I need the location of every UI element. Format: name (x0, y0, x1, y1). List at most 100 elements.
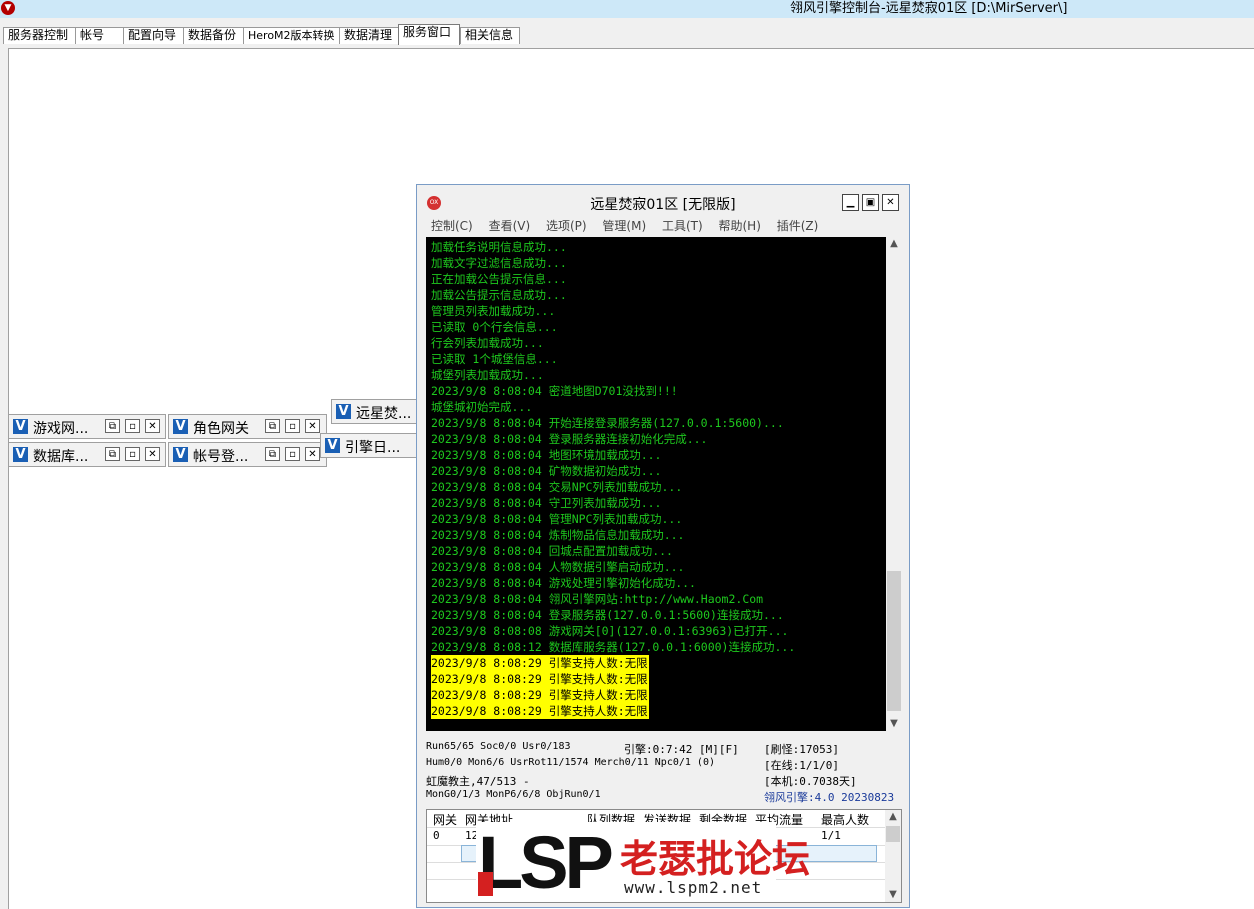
mini-window-game-gate[interactable]: V 游戏网... ⧉ ▫ ✕ (8, 414, 166, 439)
mini-window-engine-log[interactable]: V 引擎日... (320, 433, 417, 458)
mini-window-title: 数据库... (33, 449, 89, 465)
maximize-icon[interactable]: ▫ (125, 419, 140, 433)
restore-icon[interactable]: ⧉ (105, 419, 120, 433)
log-console[interactable]: 加载任务说明信息成功... 加载文字过滤信息成功... 正在加载公告提示信息... 加… (426, 237, 902, 731)
menu-tools[interactable]: 工具(T) (662, 219, 703, 233)
log-line: 正在加载公告提示信息... (431, 272, 567, 286)
mini-window-title: 远星焚... (356, 406, 412, 422)
tab-bar: 服务器控制 帐号 配置向导 数据备份 HeroM2版本转换 数据清理 服务窗口 … (0, 24, 1254, 45)
log-line: 2023/9/8 8:08:29 引擎支持人数:无限 (431, 655, 649, 671)
watermark-url: www.lspm2.net (624, 878, 763, 897)
close-icon[interactable]: ✕ (305, 447, 320, 461)
log-line: 加载公告提示信息成功... (431, 288, 567, 302)
grid-cell-max: 1/1 (821, 829, 841, 842)
scroll-down-icon[interactable]: ▼ (886, 717, 902, 731)
grid-cell-id: 0 (433, 829, 440, 842)
close-icon[interactable]: ✕ (305, 419, 320, 433)
grid-scrollbar[interactable]: ▲ ▼ (885, 810, 901, 902)
log-line: 加载任务说明信息成功... (431, 240, 567, 254)
v-logo-icon: V (13, 419, 28, 434)
log-line: 2023/9/8 8:08:04 守卫列表加载成功... (431, 496, 662, 510)
status-mong: MonG0/1/3 MonP6/6/8 ObjRun0/1 (426, 789, 601, 800)
restore-icon[interactable]: ⧉ (265, 419, 280, 433)
log-line: 2023/9/8 8:08:04 管理NPC列表加载成功... (431, 512, 683, 526)
menu-control[interactable]: 控制(C) (431, 219, 473, 233)
log-line: 2023/9/8 8:08:08 游戏网关[0](127.0.0.1:63963… (431, 624, 789, 638)
scroll-down-icon[interactable]: ▼ (885, 888, 901, 902)
v-logo-icon: V (173, 419, 188, 434)
log-line: 已读取 0个行会信息... (431, 320, 558, 334)
close-icon[interactable]: ✕ (145, 447, 160, 461)
maximize-icon[interactable]: ▣ (862, 194, 879, 211)
log-line: 2023/9/8 8:08:04 炼制物品信息加载成功... (431, 528, 685, 542)
window-title: 翎风引擎控制台-远星焚寂01区 [D:\MirServer\] (790, 1, 1068, 16)
log-line: 2023/9/8 8:08:29 引擎支持人数:无限 (431, 671, 649, 687)
mini-window-title: 角色网关 (193, 421, 249, 437)
log-line: 加载文字过滤信息成功... (431, 256, 567, 270)
menu-manage[interactable]: 管理(M) (602, 219, 646, 233)
server-menubar: 控制(C) 查看(V) 选项(P) 管理(M) 工具(T) 帮助(H) 插件(Z… (431, 217, 830, 235)
close-icon[interactable]: ✕ (145, 419, 160, 433)
status-area: Run65/65 Soc0/0 Usr0/183 引擎:0:7:42 [M][F… (426, 738, 902, 804)
maximize-icon[interactable]: ▫ (285, 447, 300, 461)
tab-herom2-convert[interactable]: HeroM2版本转换 (243, 27, 341, 44)
status-boss: 虹魔教主,47/513 - (426, 775, 530, 788)
scroll-thumb[interactable] (886, 826, 900, 842)
tab-data-cleanup[interactable]: 数据清理 (339, 27, 400, 44)
mini-window-title: 帐号登... (193, 449, 249, 465)
log-line: 2023/9/8 8:08:04 矿物数据初始成功... (431, 464, 662, 478)
log-line: 2023/9/8 8:08:04 密道地图D701没找到!!! (431, 384, 678, 398)
tab-config-wizard[interactable]: 配置向导 (123, 27, 185, 44)
log-line: 2023/9/8 8:08:12 数据库服务器(127.0.0.1:6000)连… (431, 640, 796, 654)
log-line: 2023/9/8 8:08:04 翎风引擎网站:http://www.Haom2… (431, 592, 764, 606)
log-line: 2023/9/8 8:08:04 游戏处理引擎初始化成功... (431, 576, 696, 590)
tab-account[interactable]: 帐号 (75, 27, 125, 44)
menu-plugins[interactable]: 插件(Z) (777, 219, 819, 233)
log-line: 2023/9/8 8:08:04 登录服务器连接初始化完成... (431, 432, 708, 446)
mini-window-server[interactable]: V 远星焚... (331, 399, 417, 424)
log-line: 2023/9/8 8:08:04 地图环境加载成功... (431, 448, 662, 462)
title-bar: ▼ 翎风引擎控制台-远星焚寂01区 [D:\MirServer\] (0, 0, 1254, 18)
tab-related-info[interactable]: 相关信息 (460, 27, 520, 44)
status-run: Run65/65 Soc0/0 Usr0/183 (426, 741, 571, 752)
v-logo-icon: V (13, 447, 28, 462)
v-logo-icon: V (173, 447, 188, 462)
watermark: LSP 老瑟批论坛 www.lspm2.net (476, 821, 810, 904)
scroll-thumb[interactable] (887, 571, 901, 711)
mini-window-database[interactable]: V 数据库... ⧉ ▫ ✕ (8, 442, 166, 467)
close-icon[interactable]: ✕ (882, 194, 899, 211)
mini-window-title: 游戏网... (33, 421, 89, 437)
server-window: OX 远星焚寂01区 [无限版] ▁ ▣ ✕ 控制(C) 查看(V) 选项(P)… (416, 184, 910, 908)
v-logo-icon: V (336, 404, 351, 419)
restore-icon[interactable]: ⧉ (105, 447, 120, 461)
tab-service-window[interactable]: 服务窗口 (398, 24, 460, 45)
status-hum: Hum0/0 Mon6/6 UsrRot11/1574 Merch0/11 Np… (426, 757, 715, 768)
mini-window-login[interactable]: V 帐号登... ⧉ ▫ ✕ (168, 442, 327, 467)
tab-server-control[interactable]: 服务器控制 (3, 27, 77, 44)
v-logo-icon: V (325, 438, 340, 453)
app-logo-icon: ▼ (1, 1, 15, 15)
log-line: 2023/9/8 8:08:29 引擎支持人数:无限 (431, 687, 649, 703)
log-line: 已读取 1个城堡信息... (431, 352, 558, 366)
log-line: 2023/9/8 8:08:04 交易NPC列表加载成功... (431, 480, 683, 494)
log-line: 2023/9/8 8:08:04 人物数据引擎启动成功... (431, 560, 685, 574)
maximize-icon[interactable]: ▫ (125, 447, 140, 461)
watermark-accent (478, 872, 493, 896)
log-line: 城堡城初始完成... (431, 400, 533, 414)
log-line: 管理员列表加载成功... (431, 304, 556, 318)
restore-icon[interactable]: ⧉ (265, 447, 280, 461)
log-scrollbar[interactable]: ▲ ▼ (886, 237, 902, 731)
scroll-up-icon[interactable]: ▲ (885, 810, 901, 824)
menu-help[interactable]: 帮助(H) (719, 219, 761, 233)
menu-options[interactable]: 选项(P) (546, 219, 587, 233)
status-engine-time: 引擎:0:7:42 [M][F] (624, 743, 739, 756)
maximize-icon[interactable]: ▫ (285, 419, 300, 433)
menu-view[interactable]: 查看(V) (489, 219, 531, 233)
tab-data-backup[interactable]: 数据备份 (183, 27, 245, 44)
grid-header-max: 最高人数 (821, 813, 870, 827)
minimize-icon[interactable]: ▁ (842, 194, 859, 211)
mini-window-role-gate[interactable]: V 角色网关 ⧉ ▫ ✕ (168, 414, 327, 439)
mini-window-title: 引擎日... (345, 440, 401, 456)
log-line: 2023/9/8 8:08:04 开始连接登录服务器(127.0.0.1:560… (431, 416, 784, 430)
scroll-up-icon[interactable]: ▲ (886, 237, 902, 251)
